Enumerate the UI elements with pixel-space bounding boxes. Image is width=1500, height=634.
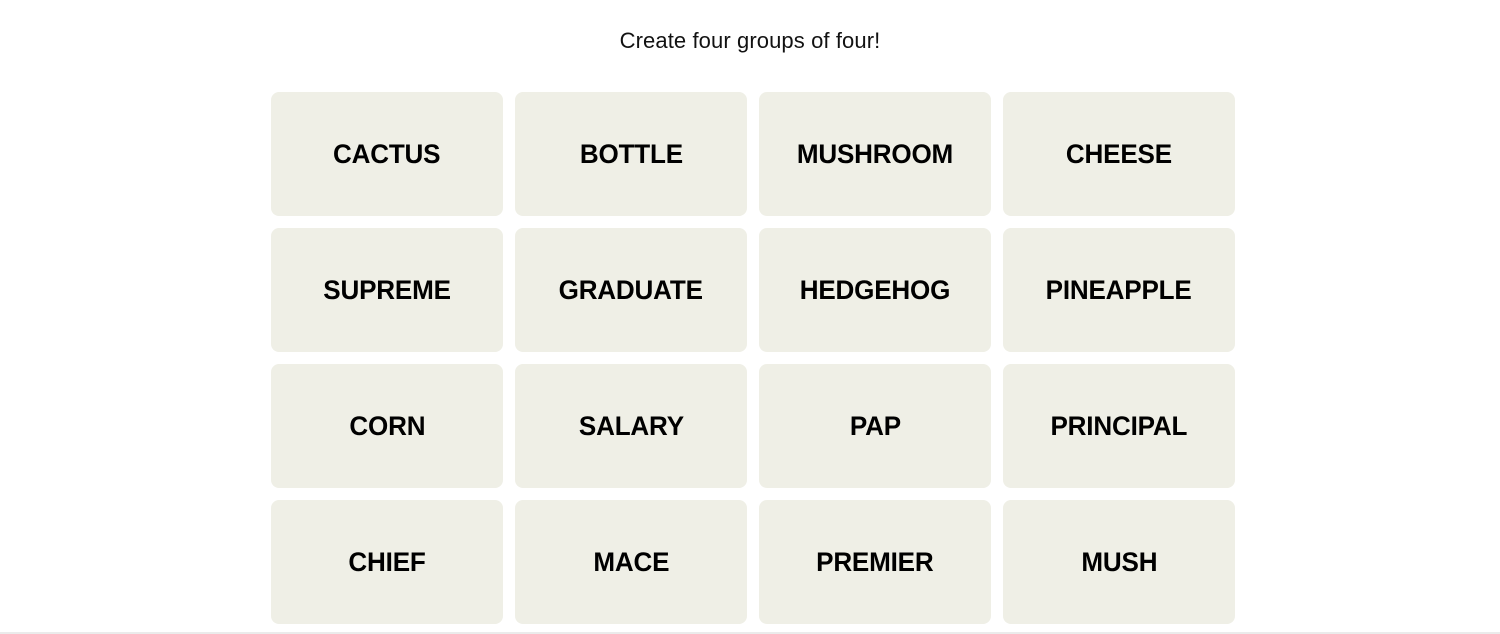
- word-tile-label: CORN: [349, 410, 425, 441]
- page-bottom-divider: [0, 632, 1500, 633]
- word-tile[interactable]: CORN: [271, 364, 503, 488]
- board-instruction-title: Create four groups of four!: [619, 28, 881, 53]
- word-tile-label: BOTTLE: [579, 138, 683, 169]
- word-tile[interactable]: PINEAPPLE: [1003, 228, 1235, 352]
- word-tile[interactable]: BOTTLE: [515, 92, 747, 216]
- word-tile-label: PRINCIPAL: [1050, 410, 1188, 441]
- word-tile[interactable]: HEDGEHOG: [759, 228, 991, 352]
- word-tile[interactable]: SUPREME: [271, 228, 503, 352]
- word-tile[interactable]: MUSH: [1003, 500, 1235, 624]
- word-tile-label: MUSH: [1081, 546, 1157, 577]
- word-tile-label: GRADUATE: [558, 274, 704, 305]
- word-tile[interactable]: CHIEF: [271, 500, 503, 624]
- word-tile[interactable]: SALARY: [515, 364, 747, 488]
- word-tile-label: SALARY: [578, 410, 684, 441]
- word-tile[interactable]: CACTUS: [271, 92, 503, 216]
- word-tile-label: HEDGEHOG: [799, 274, 951, 305]
- word-tile-label: MUSHROOM: [796, 138, 954, 169]
- connections-game-board: Create four groups of four! CACTUS BOTTL…: [0, 0, 1500, 634]
- word-tile-label: PINEAPPLE: [1046, 274, 1192, 305]
- word-tile-label: CHIEF: [348, 546, 426, 577]
- word-tile[interactable]: MACE: [515, 500, 747, 624]
- word-tile-label: MACE: [593, 546, 669, 577]
- word-tile[interactable]: CHEESE: [1003, 92, 1235, 216]
- word-tile-label: CHEESE: [1066, 138, 1172, 169]
- word-tile[interactable]: PAP: [759, 364, 991, 488]
- word-tile-label: SUPREME: [323, 274, 451, 305]
- word-tile[interactable]: PREMIER: [759, 500, 991, 624]
- word-tile[interactable]: PRINCIPAL: [1003, 364, 1235, 488]
- word-tile[interactable]: MUSHROOM: [759, 92, 991, 216]
- word-tile-grid: CACTUS BOTTLE MUSHROOM CHEESE SUPREME GR…: [271, 92, 1235, 624]
- word-tile-label: CACTUS: [333, 138, 441, 169]
- word-tile-label: PAP: [849, 410, 901, 441]
- word-tile-label: PREMIER: [816, 546, 934, 577]
- word-tile[interactable]: GRADUATE: [515, 228, 747, 352]
